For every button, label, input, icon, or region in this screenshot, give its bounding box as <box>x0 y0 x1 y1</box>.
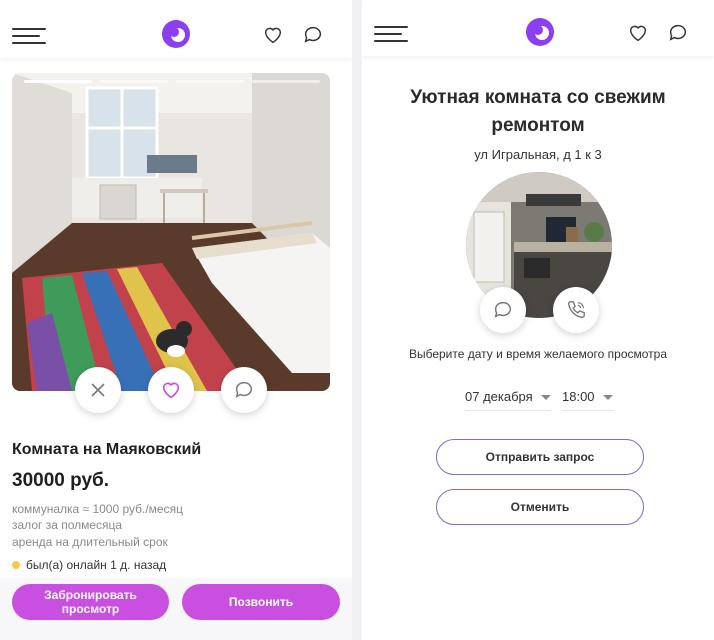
call-button[interactable]: Позвонить <box>182 584 340 620</box>
chat-icon <box>235 381 253 398</box>
like-button[interactable] <box>148 367 194 413</box>
chat-icon[interactable] <box>302 24 324 46</box>
phone-call-button[interactable] <box>553 287 599 333</box>
listing-title: Комната на Маяковский <box>12 441 202 458</box>
booking-title: Уютная комната со свежим ремонтом <box>410 87 666 136</box>
menu-icon[interactable] <box>374 24 408 42</box>
heart-icon[interactable] <box>262 24 284 46</box>
date-select[interactable]: 07 декабря <box>465 389 551 411</box>
detail-utilities: коммуналка ≈ 1000 руб./месяц <box>12 502 183 516</box>
booking-screen: Уютная комната со свежим ремонтом ул Игр… <box>362 0 714 640</box>
logo-icon <box>526 18 554 46</box>
top-bar <box>362 6 714 56</box>
cancel-button[interactable]: Отменить <box>436 489 644 525</box>
screen-divider <box>352 0 362 640</box>
dislike-button[interactable] <box>75 367 121 413</box>
book-viewing-button[interactable]: Забронировать просмотр <box>12 584 169 620</box>
chat-icon <box>494 301 512 318</box>
room-photo[interactable] <box>12 73 330 391</box>
close-icon <box>91 383 105 397</box>
status-dot <box>12 561 20 569</box>
online-status: был(а) онлайн 1 д. назад <box>12 558 166 572</box>
top-bar <box>0 8 352 58</box>
viewing-hint: Выберите дату и время желаемого просмотр… <box>408 347 668 361</box>
time-select[interactable]: 18:00 <box>562 389 614 411</box>
chevron-down-icon <box>602 395 613 400</box>
detail-deposit: залог за полмесяца <box>12 518 123 532</box>
phone-icon <box>567 301 585 319</box>
chevron-down-icon <box>540 395 551 400</box>
detail-term: аренда на длительный срок <box>12 535 168 549</box>
photo-progress <box>24 80 320 83</box>
message-button[interactable] <box>221 367 267 413</box>
booking-address: ул Игральная, д 1 к 3 <box>474 147 602 162</box>
heart-icon[interactable] <box>627 22 649 44</box>
send-request-button[interactable]: Отправить запрос <box>436 439 644 475</box>
listing-screen: Комната на Маяковский 30000 руб. коммуна… <box>0 0 352 640</box>
heart-icon <box>162 382 180 399</box>
time-value: 18:00 <box>562 389 595 404</box>
chat-button[interactable] <box>480 287 526 333</box>
chat-icon[interactable] <box>667 22 689 44</box>
logo-icon <box>162 20 190 48</box>
date-value: 07 декабря <box>465 389 533 404</box>
listing-price: 30000 руб. <box>12 470 110 491</box>
menu-icon[interactable] <box>12 26 46 44</box>
status-text: был(а) онлайн 1 д. назад <box>26 558 167 572</box>
